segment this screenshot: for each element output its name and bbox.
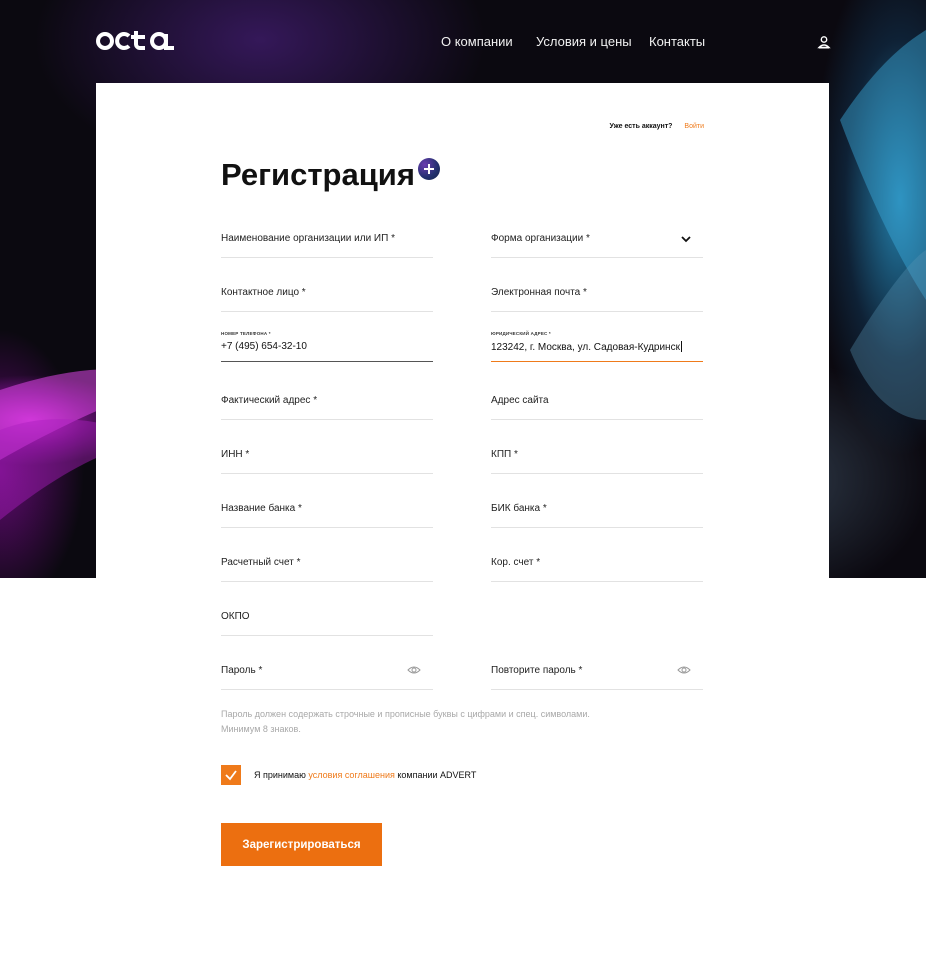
register-button[interactable]: Зарегистрироваться: [221, 823, 382, 866]
corr-account-label: Кор. счет *: [491, 557, 541, 568]
legal-address-value: 123242, г. Москва, ул. Садовая-Кудринск: [491, 342, 680, 353]
chevron-down-icon[interactable]: [681, 235, 691, 243]
plus-circle-icon[interactable]: [418, 158, 440, 180]
password-repeat-field[interactable]: Повторите пароль *: [491, 665, 703, 690]
phone-label: НОМЕР ТЕЛЕФОНА *: [221, 331, 271, 336]
org-name-label: Наименование организации или ИП *: [221, 233, 395, 244]
user-glyph: [817, 36, 831, 49]
login-link[interactable]: Войти: [684, 123, 704, 130]
password-repeat-label: Повторите пароль *: [491, 665, 583, 676]
nav-terms-prices[interactable]: Условия и цены: [536, 34, 632, 49]
phone-field[interactable]: НОМЕР ТЕЛЕФОНА * +7 (495) 654-32-10: [221, 329, 433, 362]
agree-prefix: Я принимаю: [254, 770, 306, 780]
kpp-field[interactable]: КПП *: [491, 449, 703, 474]
bank-name-field[interactable]: Название банка *: [221, 503, 433, 528]
password-label: Пароль *: [221, 665, 263, 676]
agree-checkbox[interactable]: [221, 765, 241, 785]
eye-icon[interactable]: [677, 665, 691, 675]
org-form-label: Форма организации *: [491, 233, 590, 244]
octa-logo[interactable]: [96, 28, 176, 59]
agreement-link[interactable]: условия соглашения: [308, 770, 394, 780]
password-field[interactable]: Пароль *: [221, 665, 433, 690]
bik-field[interactable]: БИК банка *: [491, 503, 703, 528]
nav-about[interactable]: О компании: [441, 34, 513, 49]
okpo-label: ОКПО: [221, 611, 250, 622]
account-label: Расчетный счет *: [221, 557, 301, 568]
email-label: Электронная почта *: [491, 287, 587, 298]
phone-value: +7 (495) 654-32-10: [221, 341, 307, 352]
account-question: Уже есть аккаунт?: [609, 123, 673, 130]
nav-contacts[interactable]: Контакты: [649, 34, 705, 49]
account-field[interactable]: Расчетный счет *: [221, 557, 433, 582]
user-icon[interactable]: [817, 35, 831, 49]
account-prompt: Уже есть аккаунт? Войти: [609, 123, 704, 130]
inn-field[interactable]: ИНН *: [221, 449, 433, 474]
legal-address-value-wrap: 123242, г. Москва, ул. Садовая-Кудринск: [491, 341, 682, 353]
password-hint-line1: Пароль должен содержать строчные и пропи…: [221, 709, 590, 719]
corr-account-field[interactable]: Кор. счет *: [491, 557, 703, 582]
legal-address-field[interactable]: ЮРИДИЧЕСКИЙ АДРЕС * 123242, г. Москва, у…: [491, 329, 703, 362]
actual-address-field[interactable]: Фактический адрес *: [221, 395, 433, 420]
text-caret: [680, 341, 682, 352]
bik-label: БИК банка *: [491, 503, 547, 514]
okpo-field[interactable]: ОКПО: [221, 611, 433, 636]
website-field[interactable]: Адрес сайта: [491, 395, 703, 420]
agree-text: Я принимаю условия соглашения компании A…: [254, 770, 476, 780]
inn-label: ИНН *: [221, 449, 250, 460]
page-title: Регистрация: [221, 157, 415, 192]
website-label: Адрес сайта: [491, 395, 549, 406]
password-hint-line2: Минимум 8 знаков.: [221, 724, 301, 734]
email-field[interactable]: Электронная почта *: [491, 287, 703, 312]
checkmark-icon: [225, 770, 237, 781]
kpp-label: КПП *: [491, 449, 518, 460]
bank-name-label: Название банка *: [221, 503, 302, 514]
org-name-field[interactable]: Наименование организации или ИП *: [221, 233, 433, 258]
contact-person-field[interactable]: Контактное лицо *: [221, 287, 433, 312]
logo-mark: [96, 31, 174, 50]
password-hint: Пароль должен содержать строчные и пропи…: [221, 707, 661, 737]
actual-address-label: Фактический адрес *: [221, 395, 318, 406]
agree-suffix: компании ADVERT: [397, 770, 477, 780]
org-form-select[interactable]: Форма организации *: [491, 233, 703, 258]
eye-icon[interactable]: [407, 665, 421, 675]
legal-address-label: ЮРИДИЧЕСКИЙ АДРЕС *: [491, 331, 551, 336]
contact-person-label: Контактное лицо *: [221, 287, 306, 298]
registration-card: [96, 83, 829, 578]
